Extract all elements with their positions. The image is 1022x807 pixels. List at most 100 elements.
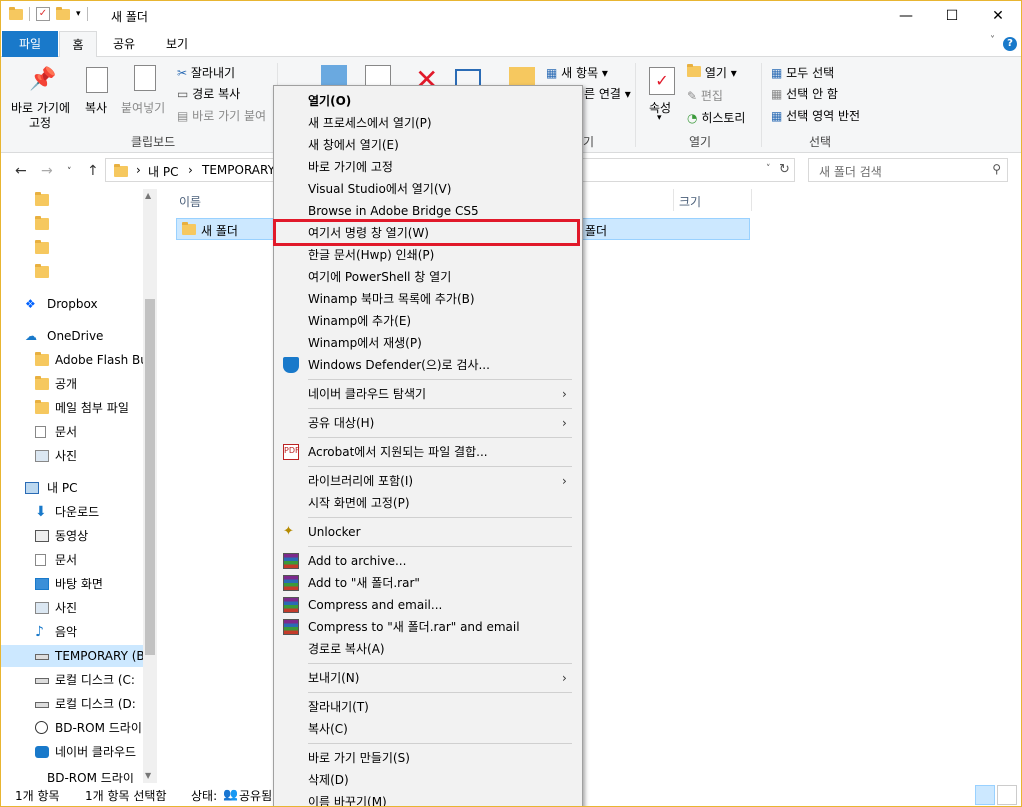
minimize-button[interactable]: — — [883, 1, 929, 31]
nav-item-downloads[interactable]: ⬇ 다운로드 — [1, 501, 143, 523]
nav-item-videos[interactable]: 동영상 — [1, 525, 143, 547]
cut-button[interactable]: ✂ 잘라내기 — [177, 64, 235, 81]
copy-path-button[interactable]: ▭ 경로 복사 — [177, 85, 240, 102]
nav-item-naver-cloud[interactable]: 네이버 클라우드 — [1, 741, 143, 763]
tab-share[interactable]: 공유 — [101, 31, 147, 57]
ribbon-collapse-icon[interactable]: ˅ — [990, 35, 995, 46]
menu-copy-as-path[interactable]: 경로로 복사(A) — [274, 638, 582, 660]
new-folder-icon[interactable] — [56, 6, 70, 20]
menu-compress-rar-email[interactable]: Compress to "새 폴더.rar" and email — [274, 616, 582, 638]
nav-item-bd-rom[interactable]: BD-ROM 드라이 — [1, 717, 143, 739]
tab-home[interactable]: 홈 — [59, 31, 97, 58]
nav-item-bd-rom-2[interactable]: BD-ROM 드라이 — [1, 773, 143, 783]
address-dropdown-icon[interactable]: ˅ — [766, 164, 771, 174]
nav-item-quick-1[interactable] — [1, 189, 143, 211]
nav-item-od-pictures[interactable]: 사진 — [1, 445, 143, 467]
menu-copy[interactable]: 복사(C) — [274, 718, 582, 740]
column-name-header[interactable]: 이름 — [179, 193, 201, 210]
select-all-button[interactable]: ▦ 모두 선택 — [771, 64, 834, 81]
menu-include-library[interactable]: 라이브러리에 포함(I) › — [274, 470, 582, 492]
address-sep-1[interactable]: › — [136, 163, 141, 177]
menu-winamp-bookmark[interactable]: Winamp 북마크 목록에 추가(B) — [274, 288, 582, 310]
scroll-thumb[interactable] — [145, 299, 155, 655]
nav-item-onedrive[interactable]: ☁ OneDrive — [1, 325, 143, 347]
scroll-down-icon[interactable]: ▼ — [145, 771, 151, 780]
forward-button[interactable]: → — [41, 163, 53, 179]
nav-item-music[interactable]: ♪ 음악 — [1, 621, 143, 643]
search-input[interactable]: 새 폴더 검색 ⚲ — [808, 158, 1008, 182]
nav-item-temporary-drive[interactable]: TEMPORARY (B: — [1, 645, 143, 667]
nav-item-pictures[interactable]: 사진 — [1, 597, 143, 619]
menu-open-new-window[interactable]: 새 창에서 열기(E) — [274, 134, 582, 156]
address-sep-2[interactable]: › — [188, 163, 193, 177]
breadcrumb-my-pc[interactable]: 내 PC — [148, 163, 178, 180]
nav-item-this-pc[interactable]: 내 PC — [1, 477, 143, 499]
menu-add-rar[interactable]: Add to "새 폴더.rar" — [274, 572, 582, 594]
nav-item-quick-3[interactable] — [1, 237, 143, 259]
back-button[interactable]: ← — [15, 163, 27, 179]
paste-button[interactable]: 붙여넣기 — [121, 99, 165, 116]
menu-delete[interactable]: 삭제(D) — [274, 769, 582, 791]
properties-dropdown-icon[interactable]: ▾ — [657, 113, 662, 123]
scroll-up-icon[interactable]: ▲ — [145, 191, 151, 200]
breadcrumb-drive[interactable]: TEMPORARY — [202, 163, 275, 177]
nav-item-public[interactable]: 공개 — [1, 373, 143, 395]
menu-share-with[interactable]: 공유 대상(H) › — [274, 412, 582, 434]
nav-item-adobe-flash[interactable]: Adobe Flash Bui — [1, 349, 143, 371]
nav-item-local-d[interactable]: 로컬 디스크 (D: — [1, 693, 143, 715]
menu-winamp-play[interactable]: Winamp에서 재생(P) — [274, 332, 582, 354]
edit-button[interactable]: ✎ 편집 — [687, 87, 723, 104]
properties-icon[interactable]: ✓ — [649, 67, 675, 95]
menu-rename[interactable]: 이름 바꾸기(M) — [274, 791, 582, 806]
menu-unlocker[interactable]: ✦ Unlocker — [274, 521, 582, 543]
menu-cut[interactable]: 잘라내기(T) — [274, 696, 582, 718]
column-separator[interactable] — [751, 189, 752, 211]
column-size-header[interactable]: 크기 — [679, 193, 701, 210]
help-icon[interactable]: ? — [1003, 37, 1017, 51]
maximize-button[interactable]: ☐ — [929, 1, 975, 31]
paste-shortcut-button[interactable]: ▤ 바로 가기 붙여 — [177, 107, 266, 124]
tab-file[interactable]: 파일 — [2, 31, 58, 57]
menu-add-archive[interactable]: Add to archive... — [274, 550, 582, 572]
menu-defender-scan[interactable]: Windows Defender(으)로 검사... — [274, 354, 582, 376]
nav-item-od-documents[interactable]: 문서 — [1, 421, 143, 443]
menu-naver-cloud[interactable]: 네이버 클라우드 탐색기 › — [274, 383, 582, 405]
menu-create-shortcut[interactable]: 바로 가기 만들기(S) — [274, 747, 582, 769]
refresh-icon[interactable]: ↻ — [779, 162, 790, 177]
new-item-button[interactable]: ▦ 새 항목 ▾ — [546, 64, 608, 81]
open-button[interactable]: 열기 ▾ — [687, 64, 737, 81]
nav-item-quick-4[interactable] — [1, 261, 143, 283]
up-button[interactable]: ↑ — [87, 163, 99, 179]
menu-compress-email[interactable]: Compress and email... — [274, 594, 582, 616]
large-icons-view-button[interactable] — [997, 785, 1017, 805]
menu-acrobat-combine[interactable]: PDF Acrobat에서 지원되는 파일 결합... — [274, 441, 582, 463]
nav-scrollbar[interactable]: ▲ ▼ — [143, 189, 157, 783]
nav-item-local-c[interactable]: 로컬 디스크 (C: — [1, 669, 143, 691]
menu-pin-quick-access[interactable]: 바로 가기에 고정 — [274, 156, 582, 178]
easy-access-button[interactable]: 른 연결 ▾ — [584, 85, 631, 102]
copy-button[interactable]: 복사 — [85, 99, 107, 116]
nav-item-mail-attach[interactable]: 메일 첨부 파일 — [1, 397, 143, 419]
close-button[interactable]: ✕ — [975, 1, 1021, 31]
nav-item-desktop[interactable]: 바탕 화면 — [1, 573, 143, 595]
tab-view[interactable]: 보기 — [151, 31, 203, 57]
details-view-button[interactable] — [975, 785, 995, 805]
nav-item-quick-2[interactable] — [1, 213, 143, 235]
menu-open-powershell[interactable]: 여기에 PowerShell 창 열기 — [274, 266, 582, 288]
properties-check-icon[interactable]: ✓ — [36, 7, 50, 21]
menu-winamp-add[interactable]: Winamp에 추가(E) — [274, 310, 582, 332]
recent-dropdown-icon[interactable]: ˅ — [67, 167, 72, 177]
menu-open-new-process[interactable]: 새 프로세스에서 열기(P) — [274, 112, 582, 134]
menu-print-hwp[interactable]: 한글 문서(Hwp) 인쇄(P) — [274, 244, 582, 266]
select-none-button[interactable]: ▦ 선택 안 함 — [771, 85, 838, 102]
menu-open-visual-studio[interactable]: Visual Studio에서 열기(V) — [274, 178, 582, 200]
nav-item-documents[interactable]: 문서 — [1, 549, 143, 571]
menu-send-to[interactable]: 보내기(N) › — [274, 667, 582, 689]
invert-selection-button[interactable]: ▦ 선택 영역 반전 — [771, 107, 860, 124]
nav-item-dropbox[interactable]: ❖ Dropbox — [1, 293, 143, 315]
menu-pin-start[interactable]: 시작 화면에 고정(P) — [274, 492, 582, 514]
column-separator[interactable] — [673, 189, 674, 211]
qat-dropdown-icon[interactable]: ▾ — [76, 9, 81, 19]
menu-open[interactable]: 열기(O) — [274, 90, 582, 112]
history-button[interactable]: ◔ 히스토리 — [687, 109, 745, 126]
